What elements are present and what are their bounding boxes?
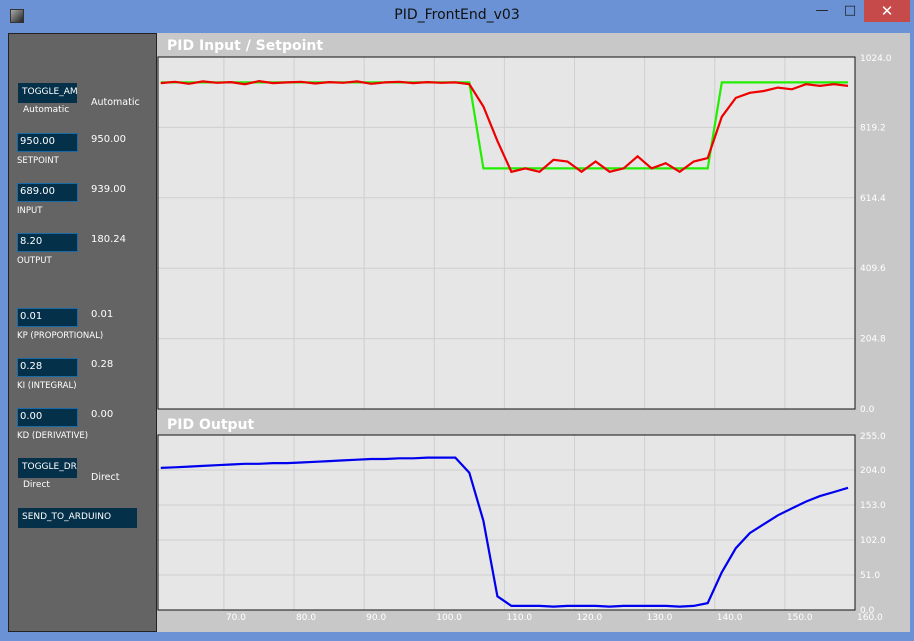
ki-label: KI (INTEGRAL) (17, 381, 77, 391)
charts-svg: PID Input / Setpoint 1024.0 819.2 614.4 409.… (157, 38, 892, 623)
setpoint-value: 950.00 (91, 134, 126, 145)
x-tick-label: 80.0 (296, 613, 316, 623)
kp-value: 0.01 (91, 309, 114, 320)
mode-value: Automatic (91, 97, 140, 108)
y-tick-label: 255.0 (860, 432, 886, 442)
mode-caption: Automatic (23, 105, 70, 115)
chart-title: PID Output (167, 417, 255, 433)
input-input[interactable]: 689.00 (17, 183, 78, 202)
charts-area: PID Input / Setpoint 1024.0 819.2 614.4 409.… (157, 33, 910, 632)
x-tick-label: 120.0 (577, 613, 603, 623)
input-value: 939.00 (91, 184, 126, 195)
close-button[interactable]: ✕ (864, 0, 910, 22)
setpoint-input[interactable]: 950.00 (17, 133, 78, 152)
y-tick-label: 51.0 (860, 571, 880, 581)
kd-input[interactable]: 0.00 (17, 408, 78, 427)
kp-label: KP (PROPORTIONAL) (17, 331, 104, 341)
minimize-button[interactable]: — (808, 0, 836, 22)
ki-value: 0.28 (91, 359, 114, 370)
output-label: OUTPUT (17, 256, 52, 266)
setpoint-label: SETPOINT (17, 156, 59, 166)
plot-area (157, 56, 856, 410)
x-tick-label: 150.0 (787, 613, 813, 623)
direction-caption: Direct (23, 480, 50, 490)
output-input[interactable]: 8.20 (17, 233, 78, 252)
output-value: 180.24 (91, 234, 126, 245)
y-tick-label: 204.8 (860, 335, 886, 345)
send-to-arduino-button[interactable]: SEND_TO_ARDUINO (18, 508, 137, 528)
input-label: INPUT (17, 206, 43, 216)
window-title: PID_FrontEnd_v03 (394, 7, 520, 23)
x-tick-label: 110.0 (506, 613, 532, 623)
x-tick-label: 70.0 (226, 613, 246, 623)
y-tick-label: 1024.0 (860, 54, 892, 64)
kd-label: KD (DERIVATIVE) (17, 431, 89, 441)
control-panel: TOGGLE_AM Automatic Automatic 950.00 SET… (8, 33, 157, 632)
y-tick-label: 819.2 (860, 123, 886, 133)
y-tick-label: 614.4 (860, 194, 886, 204)
kp-input[interactable]: 0.01 (17, 308, 78, 327)
title-bar: PID_FrontEnd_v03 — □ ✕ (0, 0, 914, 32)
plot-area (157, 434, 856, 611)
maximize-button[interactable]: □ (836, 0, 864, 22)
x-tick-label: 100.0 (436, 613, 462, 623)
y-tick-label: 0.0 (860, 405, 875, 415)
chart-title: PID Input / Setpoint (167, 38, 323, 54)
y-tick-label: 153.0 (860, 501, 886, 511)
direction-value: Direct (91, 472, 120, 483)
y-tick-label: 409.6 (860, 264, 886, 274)
toggle-dr-button[interactable]: TOGGLE_DR (18, 458, 77, 478)
y-tick-label: 102.0 (860, 536, 886, 546)
toggle-am-button[interactable]: TOGGLE_AM (18, 83, 78, 103)
x-tick-label: 90.0 (366, 613, 386, 623)
y-tick-label: 204.0 (860, 466, 886, 476)
ki-input[interactable]: 0.28 (17, 358, 78, 377)
x-tick-label: 130.0 (647, 613, 673, 623)
x-tick-label: 140.0 (717, 613, 743, 623)
x-tick-label: 160.0 (857, 613, 883, 623)
kd-value: 0.00 (91, 409, 114, 420)
